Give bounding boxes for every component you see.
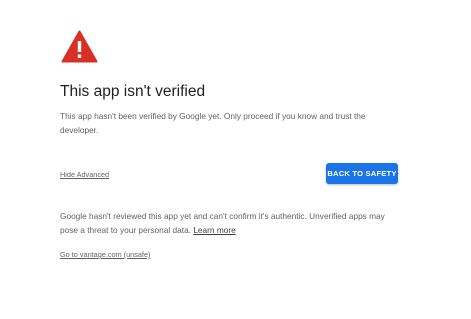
advanced-details: Google hasn't reviewed this app yet and … (60, 210, 400, 237)
back-to-safety-button[interactable]: BACK TO SAFETY (326, 163, 398, 184)
hide-advanced-link[interactable]: Hide Advanced (60, 170, 109, 179)
page-title: This app isn't verified (60, 83, 206, 100)
learn-more-link[interactable]: Learn more (193, 225, 235, 235)
description-text: This app hasn't been verified by Google … (60, 111, 366, 135)
warning-triangle-icon (61, 30, 98, 63)
proceed-unsafe-link[interactable]: Go to vantage.com (unsafe) (60, 250, 150, 259)
